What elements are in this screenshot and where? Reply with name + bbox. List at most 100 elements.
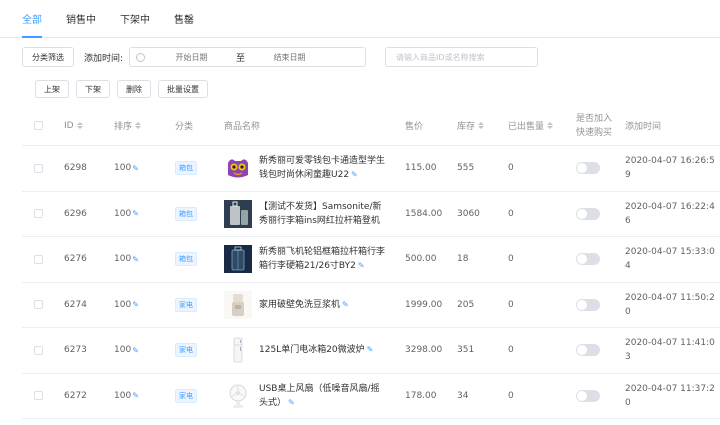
edit-sort-pencil-icon[interactable]: ✎: [132, 255, 139, 264]
category-tag: 箱包: [175, 161, 197, 176]
date-range-picker[interactable]: 至: [129, 47, 367, 67]
product-thumbnail: [224, 382, 252, 410]
cell-stock: 3060: [457, 208, 480, 219]
row-checkbox[interactable]: [34, 300, 43, 310]
batch-settings-button[interactable]: 批量设置: [158, 80, 208, 98]
quick-buy-toggle[interactable]: [576, 162, 600, 175]
product-thumbnail: [224, 154, 252, 182]
row-checkbox[interactable]: [34, 254, 43, 264]
product-name: USB桌上风扇（低噪音风扇/摇头式）: [259, 383, 380, 408]
row-checkbox[interactable]: [34, 163, 43, 173]
cell-price: 1999.00: [405, 299, 443, 310]
edit-sort-pencil-icon[interactable]: ✎: [132, 164, 139, 173]
cell-time: 2020-04-07 16:22:46: [625, 201, 715, 226]
cell-sort: 100: [114, 254, 132, 265]
end-date-input[interactable]: [247, 52, 333, 62]
edit-sort-pencil-icon[interactable]: ✎: [132, 346, 139, 355]
edit-name-pencil-icon[interactable]: ✎: [358, 261, 365, 270]
cell-id: 6273: [64, 345, 87, 356]
quick-buy-toggle[interactable]: [576, 298, 600, 311]
cell-sort: 100: [114, 299, 132, 310]
cell-stock: 555: [457, 163, 475, 174]
edit-name-pencil-icon[interactable]: ✎: [288, 398, 295, 407]
cell-time: 2020-04-07 11:37:20: [625, 383, 715, 408]
col-sold[interactable]: 已出售量: [502, 119, 570, 132]
quick-buy-toggle[interactable]: [576, 207, 600, 220]
sort-icon: [135, 122, 142, 129]
quick-buy-toggle[interactable]: [576, 253, 600, 266]
product-name: 家用破壁免洗豆浆机: [259, 299, 341, 310]
time-filter-label: 添加时间:: [84, 53, 124, 64]
cell-sort: 100: [114, 163, 132, 174]
tab-all[interactable]: 全部: [22, 0, 42, 38]
col-price: 售价: [405, 122, 424, 132]
sort-icon: [478, 122, 485, 129]
cell-time: 2020-04-07 16:26:59: [625, 156, 715, 181]
cell-id: 6272: [64, 390, 87, 401]
tab-off-shelf[interactable]: 下架中: [120, 0, 150, 37]
sort-icon: [547, 122, 554, 129]
product-thumbnail: [224, 245, 252, 274]
edit-sort-pencil-icon[interactable]: ✎: [132, 300, 139, 309]
category-tag: 家电: [175, 343, 197, 358]
range-separator: 至: [236, 53, 246, 64]
edit-name-pencil-icon[interactable]: ✎: [367, 345, 374, 354]
product-table: ID 排序 分类 商品名称 售价 库存 已出售量 是否加入 快速购买 添加时间 6…: [22, 106, 720, 419]
cell-stock: 351: [457, 345, 475, 356]
edit-sort-pencil-icon[interactable]: ✎: [132, 391, 139, 400]
cell-sold: 0: [508, 208, 514, 219]
table-row: 6296 100 ✎ 箱包 【测试不发货】Samsonite/新秀丽行李箱ins网红拉杆…: [22, 192, 720, 237]
col-category: 分类: [175, 122, 194, 132]
row-checkbox[interactable]: [34, 209, 43, 219]
cell-sold: 0: [508, 163, 514, 174]
col-quick-buy: 是否加入 快速购买: [576, 113, 613, 138]
product-name: 125L单门电冰箱20微波炉: [259, 345, 365, 356]
product-name: 新秀丽可爱零钱包卡通造型学生钱包时尚休闲童趣U22: [259, 156, 386, 181]
col-id[interactable]: ID: [58, 121, 108, 131]
clock-icon: [136, 52, 146, 62]
row-checkbox[interactable]: [34, 391, 43, 401]
tab-sold-out[interactable]: 售罄: [174, 0, 194, 37]
category-filter-button[interactable]: 分类筛选: [22, 47, 74, 67]
quick-buy-toggle[interactable]: [576, 389, 600, 402]
cell-time: 2020-04-07 15:33:04: [625, 247, 715, 272]
col-sort[interactable]: 排序: [108, 119, 169, 132]
category-tag: 家电: [175, 388, 197, 403]
cell-price: 1584.00: [405, 208, 443, 219]
cell-sold: 0: [508, 254, 514, 265]
cell-stock: 205: [457, 299, 475, 310]
cell-id: 6274: [64, 299, 87, 310]
category-tag: 箱包: [175, 252, 197, 267]
cell-sold: 0: [508, 390, 514, 401]
delete-button[interactable]: 删除: [117, 80, 151, 98]
cell-sold: 0: [508, 299, 514, 310]
product-name: 新秀丽飞机轮铝框箱拉杆箱行李箱行李硬箱21/26寸BY2: [259, 247, 386, 272]
start-date-input[interactable]: [149, 52, 235, 62]
edit-sort-pencil-icon[interactable]: ✎: [132, 209, 139, 218]
search-input[interactable]: [385, 47, 539, 67]
sort-icon: [76, 122, 83, 129]
category-tag: 家电: [175, 297, 197, 312]
edit-name-pencil-icon[interactable]: ✎: [342, 300, 349, 309]
table-row: 6272 100 ✎ 家电 USB桌上风扇（低噪音风扇/摇头式） ✎ 178.00 34 0 20…: [22, 374, 720, 419]
unlist-button[interactable]: 下架: [76, 80, 110, 98]
col-name: 商品名称: [224, 122, 261, 132]
quick-buy-toggle[interactable]: [576, 344, 600, 357]
tab-on-sale[interactable]: 销售中: [66, 0, 96, 37]
cell-price: 178.00: [405, 390, 437, 401]
bulk-actions: 上架 下架 删除 批量设置: [35, 80, 208, 98]
select-all-checkbox[interactable]: [34, 121, 43, 130]
cell-sort: 100: [114, 208, 132, 219]
col-stock[interactable]: 库存: [451, 119, 502, 132]
status-tabs: 全部 销售中 下架中 售罄: [0, 0, 720, 38]
category-tag: 箱包: [175, 206, 197, 221]
cell-id: 6296: [64, 208, 87, 219]
row-checkbox[interactable]: [34, 345, 43, 355]
edit-name-pencil-icon[interactable]: ✎: [351, 170, 358, 179]
cell-price: 115.00: [405, 163, 437, 174]
table-row: 6274 100 ✎ 家电 家用破壁免洗豆浆机 ✎ 1999.00 205 0 2020-04-0…: [22, 283, 720, 328]
product-thumbnail: [224, 290, 252, 319]
list-button[interactable]: 上架: [35, 80, 69, 98]
cell-price: 500.00: [405, 254, 437, 265]
product-thumbnail: [224, 336, 252, 364]
